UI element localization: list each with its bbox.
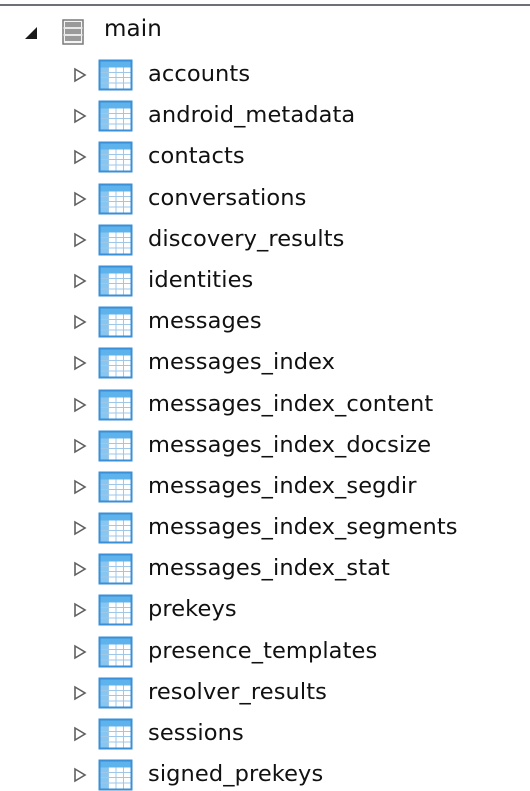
- table-icon: [98, 265, 133, 297]
- tree-node-main[interactable]: main: [0, 13, 530, 54]
- table-icon: [98, 430, 133, 462]
- database-tree-panel: main accounts android_metadata contacts con…: [0, 0, 530, 791]
- table-icon: [98, 389, 133, 421]
- table-icon: [98, 718, 133, 750]
- tree-node-table[interactable]: contacts: [0, 136, 530, 177]
- table-icon: [98, 677, 133, 709]
- expand-triangle-icon[interactable]: [73, 685, 87, 701]
- table-icon: [98, 553, 133, 585]
- tree-node-label: messages_index: [148, 349, 336, 376]
- tree-node-table[interactable]: identities: [0, 260, 530, 301]
- expand-triangle-icon[interactable]: [73, 67, 87, 83]
- tree-node-label: contacts: [148, 143, 245, 170]
- expand-triangle-icon[interactable]: [73, 232, 87, 248]
- tree-node-label: prekeys: [148, 596, 237, 623]
- tree-node-label: accounts: [148, 61, 251, 87]
- expand-triangle-icon[interactable]: [73, 561, 87, 577]
- tree-node-label: main: [104, 16, 162, 42]
- table-icon: [98, 141, 133, 173]
- tree-node-table[interactable]: presence_templates: [0, 631, 530, 672]
- table-icon: [98, 347, 133, 379]
- tree-node-table[interactable]: messages_index_segments: [0, 507, 530, 548]
- expand-triangle-icon[interactable]: [73, 191, 87, 207]
- expand-triangle-icon[interactable]: [73, 644, 87, 660]
- tree-node-label: android_metadata: [148, 102, 356, 129]
- schema-tree: main accounts android_metadata contacts con…: [0, 13, 530, 791]
- tree-node-label: conversations: [148, 184, 307, 211]
- tree-node-label: discovery_results: [148, 225, 345, 252]
- tree-node-table[interactable]: prekeys: [0, 589, 530, 630]
- tree-node-table[interactable]: messages_index_segdir: [0, 466, 530, 507]
- expand-triangle-icon[interactable]: [73, 149, 87, 165]
- tree-node-label: resolver_results: [148, 678, 327, 705]
- table-icon: [98, 594, 133, 626]
- expand-triangle-icon[interactable]: [73, 314, 87, 330]
- expand-triangle-icon[interactable]: [73, 602, 87, 618]
- tree-node-table[interactable]: discovery_results: [0, 219, 530, 260]
- panel-top-border: [0, 4, 530, 6]
- table-icon: [98, 224, 133, 256]
- tree-node-table[interactable]: accounts: [0, 54, 530, 95]
- table-icon: [98, 512, 133, 544]
- expand-triangle-icon[interactable]: [73, 520, 87, 536]
- expand-triangle-icon[interactable]: [73, 273, 87, 289]
- tree-node-table[interactable]: resolver_results: [0, 672, 530, 713]
- tree-node-table[interactable]: signed_prekeys: [0, 754, 530, 791]
- table-icon: [98, 636, 133, 668]
- collapse-triangle-icon[interactable]: [24, 25, 40, 41]
- expand-triangle-icon[interactable]: [73, 108, 87, 124]
- expand-triangle-icon[interactable]: [73, 438, 87, 454]
- tree-node-table[interactable]: messages: [0, 301, 530, 342]
- expand-triangle-icon[interactable]: [73, 355, 87, 371]
- table-icon: [98, 183, 133, 215]
- tree-node-table[interactable]: sessions: [0, 713, 530, 754]
- tree-node-table[interactable]: android_metadata: [0, 95, 530, 136]
- database-icon: [62, 19, 84, 45]
- table-icon: [98, 759, 133, 791]
- tree-node-label: messages_index_content: [148, 390, 434, 417]
- tree-node-table[interactable]: conversations: [0, 178, 530, 219]
- expand-triangle-icon[interactable]: [73, 767, 87, 783]
- tree-node-label: messages: [148, 308, 262, 335]
- expand-triangle-icon[interactable]: [73, 479, 87, 495]
- tree-node-label: identities: [148, 266, 254, 293]
- tree-node-label: messages_index_segdir: [148, 472, 417, 499]
- tree-node-label: signed_prekeys: [148, 761, 324, 788]
- tree-node-table[interactable]: messages_index: [0, 342, 530, 383]
- table-icon: [98, 59, 133, 91]
- table-icon: [98, 471, 133, 503]
- expand-triangle-icon[interactable]: [73, 726, 87, 742]
- tree-node-label: messages_index_segments: [148, 514, 458, 541]
- tree-node-table[interactable]: messages_index_content: [0, 384, 530, 425]
- tree-node-label: presence_templates: [148, 637, 378, 664]
- table-icon: [98, 100, 133, 132]
- tree-node-label: messages_index_stat: [148, 555, 390, 582]
- table-icon: [98, 306, 133, 338]
- tree-node-label: messages_index_docsize: [148, 431, 432, 458]
- tree-node-table[interactable]: messages_index_stat: [0, 548, 530, 589]
- tree-node-label: sessions: [148, 720, 244, 746]
- table-list: accounts android_metadata contacts conversa…: [0, 54, 530, 791]
- expand-triangle-icon[interactable]: [73, 397, 87, 413]
- tree-node-table[interactable]: messages_index_docsize: [0, 425, 530, 466]
